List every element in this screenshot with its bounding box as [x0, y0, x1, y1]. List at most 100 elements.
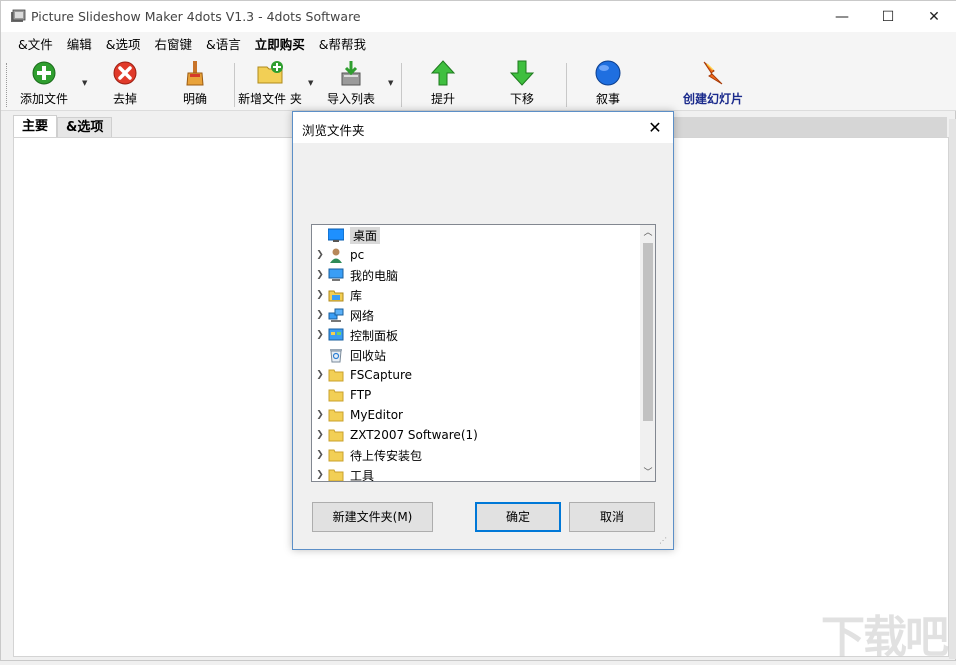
- clear-label: 明确: [182, 92, 207, 106]
- chevron-right-icon[interactable]: ❯: [312, 430, 328, 440]
- tree-item-label: 我的电脑: [350, 268, 399, 283]
- add-folder-icon: [257, 61, 283, 84]
- menu-help[interactable]: &帮帮我: [312, 34, 373, 56]
- create-slideshow-button[interactable]: 创建幻灯片: [671, 59, 755, 109]
- tab-main[interactable]: 主要: [13, 115, 58, 139]
- maximize-icon: ☐: [881, 8, 895, 25]
- tree-item-library[interactable]: ❯ 库: [312, 285, 640, 305]
- dialog-close-button[interactable]: ✕: [643, 116, 667, 140]
- main-scrollbar[interactable]: [949, 119, 956, 659]
- close-icon: ✕: [928, 8, 940, 25]
- close-icon: ✕: [648, 118, 662, 137]
- add-green-icon: [32, 61, 56, 85]
- new-folder-button[interactable]: 新建文件夹(M): [312, 502, 433, 532]
- tab-options[interactable]: &选项: [57, 117, 113, 138]
- tree-item-label: ZXT2007 Software(1): [350, 428, 478, 442]
- close-button[interactable]: ✕: [911, 1, 956, 32]
- tree-item-label: 桌面: [350, 226, 381, 244]
- add-files-label: 添加文件: [19, 92, 68, 106]
- dialog-title-bar: 浏览文件夹 ✕: [293, 112, 673, 143]
- add-files-dropdown-icon[interactable]: ▼: [82, 79, 87, 87]
- menu-options[interactable]: &选项: [99, 34, 148, 56]
- chevron-right-icon[interactable]: ❯: [312, 410, 328, 420]
- broom-icon: [186, 61, 204, 86]
- arrow-down-icon: [509, 60, 535, 86]
- tree-item-label: 工具: [350, 468, 375, 482]
- lightning-icon: [703, 61, 723, 85]
- ok-button[interactable]: 确定: [475, 502, 561, 532]
- menu-bar: &文件 编辑 &选项 右窗键 &语言 立即购买 &帮帮我: [1, 32, 956, 57]
- maximize-button[interactable]: ☐: [865, 1, 911, 32]
- tree-item-label: 回收站: [350, 348, 387, 363]
- scroll-thumb[interactable]: [643, 243, 653, 421]
- add-folder-button[interactable]: 新增文件 夹: [237, 59, 303, 109]
- control-panel-icon: [328, 328, 344, 341]
- chevron-right-icon[interactable]: ❯: [312, 310, 328, 320]
- tree-item-myeditor[interactable]: ❯ MyEditor: [312, 405, 640, 425]
- chevron-right-icon[interactable]: ❯: [312, 290, 328, 300]
- tree-item-fscapture[interactable]: ❯ FSCapture: [312, 365, 640, 385]
- folder-tree[interactable]: 桌面 ❯ pc ❯ 我的电脑 ❯ 库 ❯ 网络 ❯ 控制面板 回收站 ❯ FSC…: [311, 224, 656, 482]
- tree-item-desktop[interactable]: 桌面: [312, 225, 640, 245]
- tree-item-my-computer[interactable]: ❯ 我的电脑: [312, 265, 640, 285]
- computer-icon: [328, 268, 344, 281]
- chevron-right-icon[interactable]: ❯: [312, 250, 328, 260]
- title-bar: Picture Slideshow Maker 4dots V1.3 - 4do…: [1, 1, 956, 32]
- scroll-up-icon[interactable]: ︿: [640, 225, 655, 241]
- recycle-bin-icon: [330, 349, 342, 363]
- panel-header-strip: [671, 117, 947, 137]
- import-list-icon: [341, 61, 361, 86]
- tree-scrollbar[interactable]: ︿ ﹀: [640, 225, 655, 481]
- menu-buy-now[interactable]: 立即购买: [248, 34, 312, 56]
- dialog-title: 浏览文件夹: [302, 123, 365, 138]
- tree-item-ftp[interactable]: FTP: [312, 385, 640, 405]
- add-folder-dropdown-icon[interactable]: ▼: [308, 79, 313, 87]
- tree-item-label: FSCapture: [350, 368, 413, 382]
- minimize-button[interactable]: —: [819, 1, 865, 32]
- toolbar-separator: [566, 63, 567, 107]
- tree-item-pc-user[interactable]: ❯ pc: [312, 245, 640, 265]
- tree-item-tools[interactable]: ❯ 工具: [312, 465, 640, 482]
- tree-item-recycle-bin[interactable]: 回收站: [312, 345, 640, 365]
- tree-item-zxt2007[interactable]: ❯ ZXT2007 Software(1): [312, 425, 640, 445]
- folder-icon: [328, 409, 344, 422]
- scroll-down-icon[interactable]: ﹀: [640, 465, 655, 481]
- tree-item-label: 网络: [350, 308, 375, 323]
- import-list-dropdown-icon[interactable]: ▼: [388, 79, 393, 87]
- menu-edit[interactable]: 编辑: [60, 34, 99, 56]
- chevron-right-icon[interactable]: ❯: [312, 370, 328, 380]
- menu-file[interactable]: &文件: [11, 34, 60, 56]
- resize-grip-icon[interactable]: ⋰: [659, 536, 669, 546]
- tree-item-label: 待上传安装包: [350, 448, 423, 463]
- tree-item-network[interactable]: ❯ 网络: [312, 305, 640, 325]
- app-icon: [11, 9, 26, 22]
- toolbar-separator: [401, 63, 402, 107]
- import-list-button[interactable]: 导入列表: [323, 59, 379, 109]
- clear-button[interactable]: 明确: [175, 59, 215, 109]
- import-list-label: 导入列表: [326, 92, 375, 106]
- chevron-right-icon[interactable]: ❯: [312, 330, 328, 340]
- narrate-button[interactable]: 叙事: [588, 59, 628, 109]
- move-up-button[interactable]: 提升: [423, 59, 463, 109]
- tree-item-pending-upload[interactable]: ❯ 待上传安装包: [312, 445, 640, 465]
- chevron-right-icon[interactable]: ❯: [312, 450, 328, 460]
- window-title: Picture Slideshow Maker 4dots V1.3 - 4do…: [31, 9, 361, 24]
- create-slideshow-label: 创建幻灯片: [682, 92, 743, 106]
- remove-button[interactable]: 去掉: [105, 59, 145, 109]
- tree-item-control-panel[interactable]: ❯ 控制面板: [312, 325, 640, 345]
- folder-icon: [328, 389, 344, 402]
- menu-context[interactable]: 右窗键: [148, 34, 200, 56]
- toolbar-separator: [234, 63, 235, 107]
- folder-icon: [328, 369, 344, 382]
- chevron-right-icon[interactable]: ❯: [312, 470, 328, 480]
- move-down-button[interactable]: 下移: [502, 59, 542, 109]
- chevron-right-icon[interactable]: ❯: [312, 270, 328, 280]
- menu-language[interactable]: &语言: [199, 34, 248, 56]
- toolbar-grip[interactable]: [6, 63, 9, 107]
- cancel-button[interactable]: 取消: [569, 502, 655, 532]
- move-up-label: 提升: [430, 92, 455, 106]
- watermark-text: 下载吧: [821, 612, 949, 663]
- add-files-button[interactable]: 添加文件: [15, 59, 73, 109]
- tree-item-label: MyEditor: [350, 408, 403, 422]
- user-icon: [330, 248, 342, 263]
